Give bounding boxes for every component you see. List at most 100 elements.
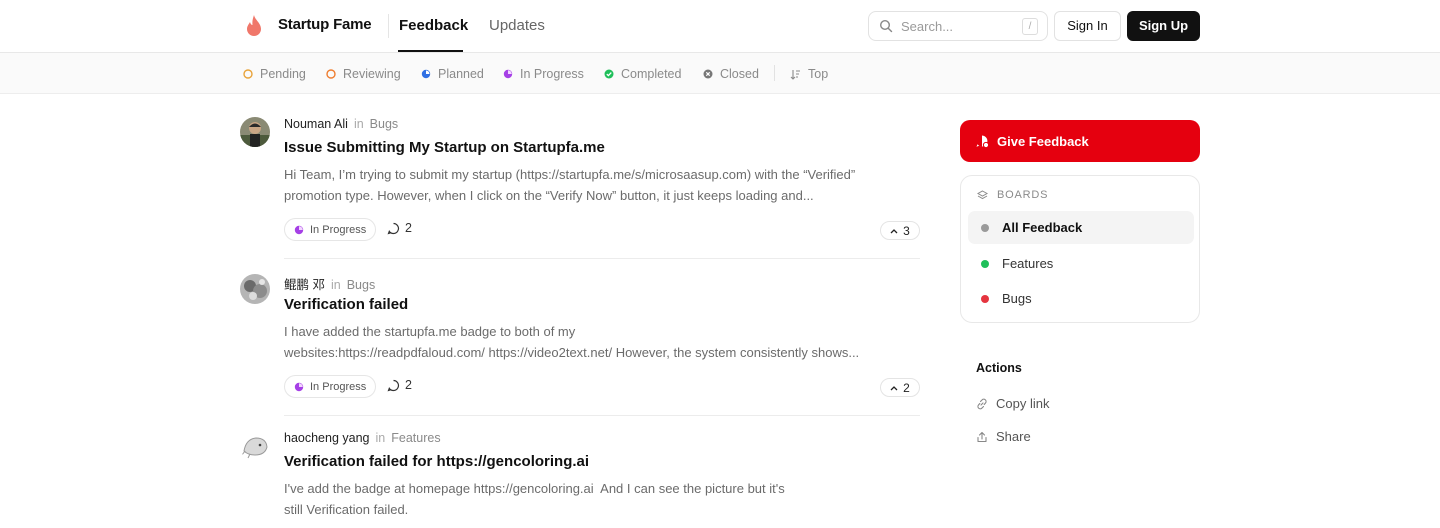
filter-pending[interactable]: Pending	[243, 66, 306, 82]
board-name[interactable]: Bugs	[347, 278, 376, 292]
board-label: All Feedback	[1002, 220, 1083, 235]
sort-label: Top	[808, 67, 829, 81]
excerpt-line: I have added the startupfa.me badge to b…	[284, 324, 576, 339]
excerpt-line: websites:https://readpdfaloud.com/ https…	[284, 345, 860, 360]
boards-title: BOARDS	[997, 189, 1049, 201]
avatar[interactable]	[240, 117, 270, 147]
post-title[interactable]: Verification failed for https://gencolor…	[284, 453, 589, 470]
brand-name[interactable]: Startup Fame	[278, 16, 372, 33]
status-badge: In Progress	[284, 375, 377, 398]
post-meta: 鲲鹏 邓 in Bugs	[284, 274, 375, 293]
post-excerpt: I have added the startupfa.me badge to b…	[284, 321, 920, 363]
nav-feedback[interactable]: Feedback	[399, 17, 468, 34]
layers-icon	[977, 189, 988, 199]
status-label: In Progress	[310, 223, 367, 236]
chevron-up-icon	[890, 228, 898, 233]
board-dot	[981, 259, 989, 268]
comment-number: 2	[405, 378, 412, 392]
post-title[interactable]: Issue Submitting My Startup on Startupfa…	[284, 139, 605, 156]
board-name[interactable]: Features	[391, 431, 440, 445]
upvote-button[interactable]: 2	[880, 378, 920, 397]
post-divider	[284, 258, 920, 259]
filter-label: In Progress	[520, 67, 584, 81]
post-meta: haocheng yang in Features	[284, 431, 441, 445]
sign-in-button[interactable]: Sign In	[1054, 11, 1121, 41]
boards-header: BOARDS	[977, 189, 1048, 201]
feedback-post[interactable]: Nouman Ali in Bugs Issue Submitting My Sta…	[240, 117, 920, 259]
filter-planned[interactable]: Planned	[421, 66, 484, 82]
comment-count[interactable]: 2	[387, 378, 412, 392]
excerpt-line: still Verification failed.	[284, 502, 409, 517]
give-feedback-button[interactable]: Give Feedback	[960, 120, 1200, 162]
board-name[interactable]: Bugs	[370, 117, 399, 131]
chevron-up-icon	[890, 385, 898, 390]
top-header: Startup Fame Feedback Updates / Sign In …	[0, 0, 1440, 53]
excerpt-line: promotion type. However, when I click on…	[284, 188, 814, 203]
status-filter-bar: Pending Reviewing Planned In Progress Co…	[0, 53, 1440, 94]
copy-link-action[interactable]: Copy link	[976, 396, 1049, 411]
filter-label: Completed	[621, 67, 682, 81]
status-label: In Progress	[310, 380, 367, 393]
boards-panel: BOARDS All Feedback Features Bugs	[960, 175, 1200, 323]
in-text: in	[330, 278, 341, 292]
board-bugs[interactable]: Bugs	[968, 282, 1194, 315]
post-meta: Nouman Ali in Bugs	[284, 117, 398, 131]
give-feedback-label: Give Feedback	[997, 133, 1089, 149]
feedback-bubble-icon	[976, 135, 989, 148]
closed-x-icon	[703, 69, 713, 79]
pending-circle-icon	[243, 69, 253, 79]
avatar[interactable]	[240, 274, 270, 304]
share-icon	[977, 431, 987, 442]
filter-closed[interactable]: Closed	[703, 66, 759, 82]
comment-icon	[387, 222, 399, 234]
comment-number: 2	[405, 221, 412, 235]
flame-logo-icon[interactable]	[244, 14, 264, 38]
status-badge: In Progress	[284, 218, 377, 241]
board-dot	[981, 223, 989, 232]
author-name[interactable]: Nouman Ali	[284, 117, 348, 131]
excerpt-line: Hi Team, I’m trying to submit my startup…	[284, 167, 856, 182]
filter-label: Pending	[260, 67, 306, 81]
reviewing-circle-icon	[326, 69, 336, 79]
sort-top[interactable]: Top	[790, 66, 828, 82]
filter-divider	[774, 65, 775, 81]
author-name[interactable]: 鲲鹏 邓	[284, 278, 325, 292]
filter-label: Reviewing	[343, 67, 401, 81]
nav-updates[interactable]: Updates	[489, 17, 545, 34]
share-action[interactable]: Share	[976, 429, 1031, 444]
in-progress-icon	[294, 382, 304, 391]
search-input[interactable]	[901, 17, 1011, 35]
upvote-button[interactable]: 3	[880, 221, 920, 240]
filter-completed[interactable]: Completed	[604, 66, 681, 82]
link-icon	[977, 398, 987, 409]
actions-title: Actions	[976, 361, 1022, 375]
post-excerpt: I've add the badge at homepage https://g…	[284, 478, 844, 520]
board-all-feedback[interactable]: All Feedback	[968, 211, 1194, 244]
copy-link-label: Copy link	[996, 396, 1050, 411]
completed-check-icon	[604, 69, 614, 79]
feedback-post[interactable]: haocheng yang in Features Verification fai…	[240, 431, 920, 528]
feedback-post[interactable]: 鲲鹏 邓 in Bugs Verification failed I have ad…	[240, 274, 920, 416]
post-title[interactable]: Verification failed	[284, 296, 408, 313]
in-progress-icon	[503, 69, 513, 79]
nav-active-underline	[398, 50, 463, 52]
board-label: Bugs	[1002, 291, 1032, 306]
sign-up-button[interactable]: Sign Up	[1127, 11, 1200, 41]
filter-reviewing[interactable]: Reviewing	[326, 66, 401, 82]
board-features[interactable]: Features	[968, 247, 1194, 280]
search-box[interactable]: /	[868, 11, 1048, 41]
comment-icon	[387, 379, 399, 391]
search-shortcut-key: /	[1022, 18, 1038, 35]
planned-icon	[421, 69, 431, 79]
comment-count[interactable]: 2	[387, 221, 412, 235]
in-progress-icon	[294, 225, 304, 234]
excerpt-line: I've add the badge at homepage https://g…	[284, 481, 785, 496]
filter-label: Planned	[438, 67, 484, 81]
in-text: in	[353, 117, 364, 131]
filter-in-progress[interactable]: In Progress	[503, 66, 584, 82]
board-dot	[981, 294, 989, 303]
in-text: in	[375, 431, 386, 445]
avatar[interactable]	[240, 431, 270, 461]
share-label: Share	[996, 429, 1031, 444]
author-name[interactable]: haocheng yang	[284, 431, 370, 445]
